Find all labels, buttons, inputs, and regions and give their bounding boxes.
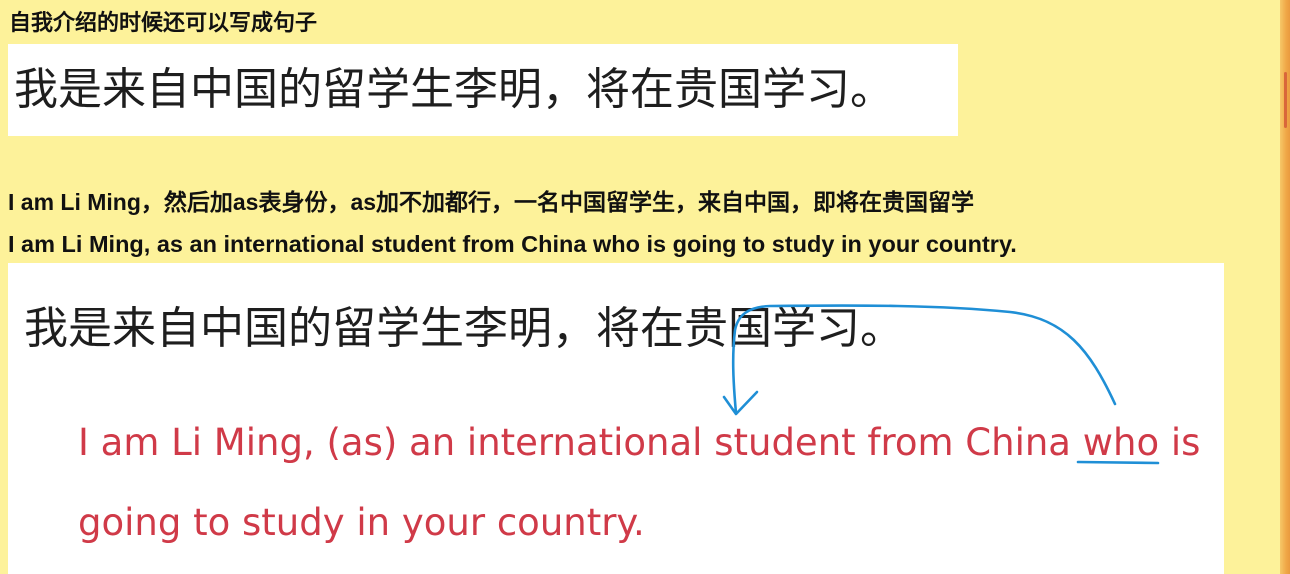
scroll-marker (1284, 72, 1287, 128)
window-right-edge (1280, 0, 1290, 574)
annotated-english-line-2: going to study in your country. (78, 501, 645, 544)
explanation-text: I am Li Ming，然后加as表身份，as加不加都行，一名中国留学生，来自… (8, 189, 975, 215)
annotated-image-panel: 我是来自中国的留学生李明，将在贵国学习。 I am Li Ming, (as) … (8, 263, 1224, 574)
annotated-english-line-1: I am Li Ming, (as) an international stud… (78, 421, 1201, 464)
example-sentence-cn: 我是来自中国的留学生李明，将在贵国学习。 (14, 64, 894, 115)
translation-text: I am Li Ming, as an international studen… (8, 231, 1017, 257)
page-heading: 自我介绍的时候还可以写成句子 (9, 11, 318, 36)
example-image-panel: 我是来自中国的留学生李明，将在贵国学习。 (8, 44, 958, 136)
annotated-sentence-cn: 我是来自中国的留学生李明，将在贵国学习。 (24, 303, 904, 354)
